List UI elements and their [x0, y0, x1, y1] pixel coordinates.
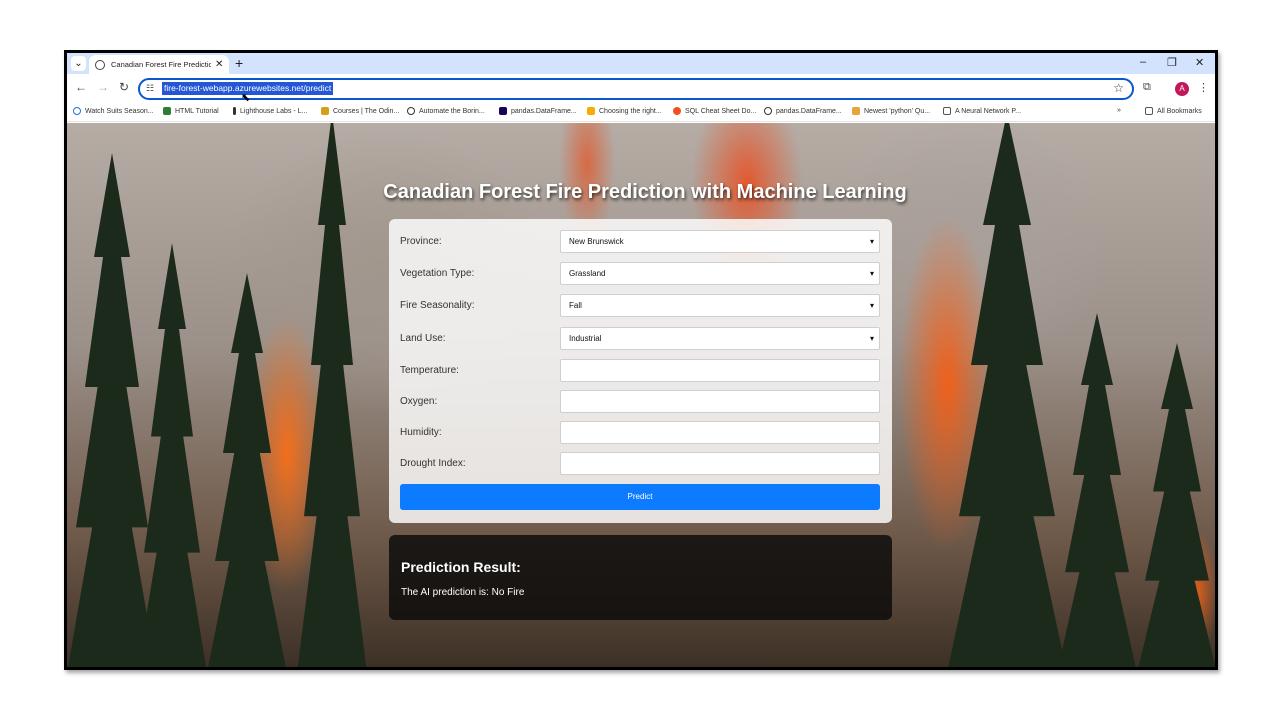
avatar[interactable]: A — [1175, 82, 1189, 96]
prediction-form: Province: New Brunswick ▾ Vegetation Type… — [389, 219, 892, 523]
oxygen-row: Oxygen: — [400, 390, 880, 414]
bookmark-item[interactable]: pandas.DataFrame... — [764, 107, 842, 115]
minimize-icon[interactable]: – — [1140, 56, 1146, 68]
background-tree — [137, 243, 207, 667]
oxygen-label: Oxygen: — [400, 396, 438, 407]
bookmark-item[interactable]: Lighthouse Labs - L... — [233, 107, 307, 115]
temperature-label: Temperature: — [400, 365, 459, 376]
humidity-row: Humidity: — [400, 421, 880, 445]
bookmark-item[interactable]: Watch Suits Season... — [73, 107, 154, 115]
site-info-icon[interactable]: ☷ — [146, 83, 154, 94]
oxygen-input[interactable] — [560, 390, 880, 413]
browser-tab[interactable]: Canadian Forest Fire Prediction ✕ — [89, 55, 229, 74]
browser-window: ⌄ Canadian Forest Fire Prediction ✕ + – … — [64, 50, 1218, 670]
menu-icon[interactable]: ⋮ — [1198, 81, 1209, 94]
humidity-input[interactable] — [560, 421, 880, 444]
background-tree — [297, 123, 367, 667]
vegetation-label: Vegetation Type: — [400, 268, 475, 279]
browser-toolbar: ← → ↻ ☷ fire-forest-webapp.azurewebsites… — [67, 74, 1215, 103]
bookmark-item[interactable]: A Neural Network P... — [943, 107, 1021, 115]
tab-strip: ⌄ Canadian Forest Fire Prediction ✕ + – … — [67, 53, 1215, 74]
chevron-down-icon: ▾ — [869, 334, 874, 343]
province-select[interactable]: New Brunswick ▾ — [560, 230, 880, 253]
land-use-label: Land Use: — [400, 333, 446, 344]
address-bar[interactable]: ☷ fire-forest-webapp.azurewebsites.net/p… — [138, 78, 1134, 100]
chevron-down-icon: ▾ — [869, 301, 874, 310]
restore-icon[interactable]: ❐ — [1167, 56, 1177, 69]
background-tree — [1057, 313, 1137, 667]
bookmarks-bar: Watch Suits Season... HTML Tutorial Ligh… — [67, 103, 1215, 122]
background-tree — [947, 123, 1067, 667]
extensions-icon[interactable]: ⧉ — [1143, 81, 1151, 94]
drought-index-input[interactable] — [560, 452, 880, 475]
province-label: Province: — [400, 236, 442, 247]
result-heading: Prediction Result: — [401, 559, 521, 575]
bookmark-item[interactable]: SQL Cheat Sheet Do... — [673, 107, 756, 115]
tab-search-icon[interactable]: ⌄ — [71, 56, 86, 71]
background-tree — [207, 273, 287, 667]
bookmark-item[interactable]: Newest 'python' Qu... — [852, 107, 930, 115]
background-tree — [1137, 343, 1215, 667]
more-bookmarks-icon[interactable]: » — [1117, 107, 1121, 114]
province-row: Province: New Brunswick ▾ — [400, 230, 880, 254]
temperature-row: Temperature: — [400, 359, 880, 383]
result-panel: Prediction Result: The AI prediction is:… — [389, 535, 892, 620]
seasonality-label: Fire Seasonality: — [400, 300, 475, 311]
land-use-select[interactable]: Industrial ▾ — [560, 327, 880, 350]
back-icon[interactable]: ← — [75, 80, 87, 94]
drought-row: Drought Index: — [400, 452, 880, 476]
bookmark-item[interactable]: Choosing the right... — [587, 107, 662, 115]
land-use-row: Land Use: Industrial ▾ — [400, 327, 880, 351]
seasonality-row: Fire Seasonality: Fall ▾ — [400, 294, 880, 318]
chevron-down-icon: ▾ — [869, 269, 874, 278]
background-tree — [67, 153, 157, 667]
globe-icon — [95, 59, 105, 70]
bookmark-item[interactable]: Courses | The Odin... — [321, 107, 399, 115]
web-page: Canadian Forest Fire Prediction with Mac… — [67, 123, 1215, 667]
all-bookmarks[interactable]: All Bookmarks — [1145, 107, 1202, 115]
bookmark-item[interactable]: HTML Tutorial — [163, 107, 219, 115]
close-tab-icon[interactable]: ✕ — [215, 59, 223, 70]
result-text: The AI prediction is: No Fire — [401, 587, 525, 598]
reload-icon[interactable]: ↻ — [119, 80, 129, 94]
vegetation-row: Vegetation Type: Grassland ▾ — [400, 262, 880, 286]
bookmark-item[interactable]: Automate the Borin... — [407, 107, 485, 115]
drought-label: Drought Index: — [400, 458, 466, 469]
bookmark-item[interactable]: pandas.DataFrame... — [499, 107, 577, 115]
bookmark-star-icon[interactable]: ☆ — [1113, 81, 1124, 95]
forward-icon[interactable]: → — [97, 80, 109, 94]
new-tab-icon[interactable]: + — [235, 55, 243, 71]
tab-title: Canadian Forest Fire Prediction — [111, 60, 211, 69]
vegetation-select[interactable]: Grassland ▾ — [560, 262, 880, 285]
chevron-down-icon: ▾ — [869, 237, 874, 246]
close-window-icon[interactable]: ✕ — [1195, 56, 1204, 69]
humidity-label: Humidity: — [400, 427, 442, 438]
page-title: Canadian Forest Fire Prediction with Mac… — [383, 181, 907, 203]
predict-button[interactable]: Predict — [400, 484, 880, 510]
seasonality-select[interactable]: Fall ▾ — [560, 294, 880, 317]
temperature-input[interactable] — [560, 359, 880, 382]
